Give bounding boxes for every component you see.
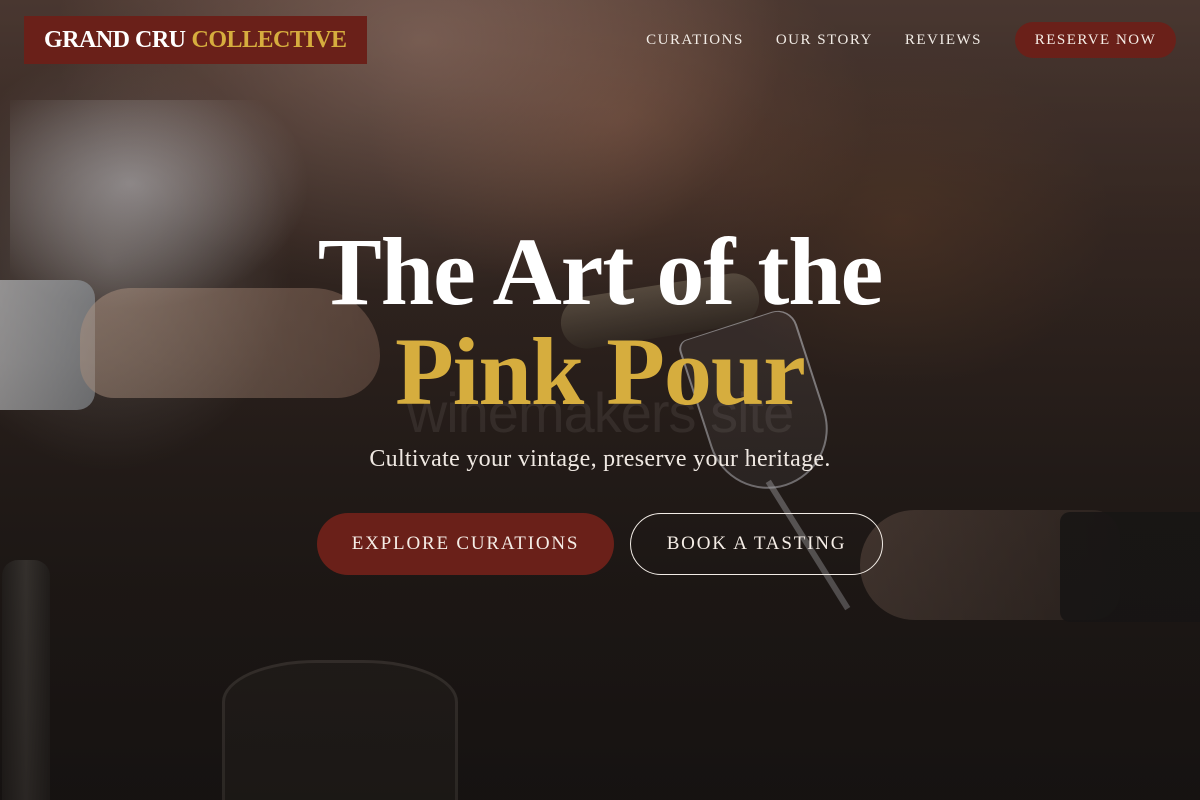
site-header: GRAND CRU COLLECTIVE CURATIONS OUR STORY… bbox=[0, 0, 1200, 80]
nav-link-reviews[interactable]: REVIEWS bbox=[905, 32, 982, 49]
hero-content: The Art of the Pink Pour Cultivate your … bbox=[0, 222, 1200, 575]
reserve-now-button[interactable]: RESERVE NOW bbox=[1015, 22, 1176, 58]
hero-title-line-2: Pink Pour bbox=[395, 318, 806, 425]
hero-cta-row: EXPLORE CURATIONS BOOK A TASTING bbox=[0, 513, 1200, 575]
book-tasting-button[interactable]: BOOK A TASTING bbox=[630, 513, 883, 575]
brand-logo[interactable]: GRAND CRU COLLECTIVE bbox=[24, 16, 367, 64]
brand-name-main: GRAND CRU bbox=[44, 26, 186, 53]
nav-link-our-story[interactable]: OUR STORY bbox=[776, 32, 873, 49]
explore-curations-button[interactable]: EXPLORE CURATIONS bbox=[317, 513, 614, 575]
brand-name-accent: COLLECTIVE bbox=[191, 26, 348, 53]
hero-section: winemakers site GRAND CRU COLLECTIVE CUR… bbox=[0, 0, 1200, 800]
hero-tagline: Cultivate your vintage, preserve your he… bbox=[369, 446, 831, 472]
main-nav: CURATIONS OUR STORY REVIEWS RESERVE NOW bbox=[646, 22, 1176, 58]
nav-link-curations[interactable]: CURATIONS bbox=[646, 32, 744, 49]
hero-title-line-1: The Art of the bbox=[317, 218, 884, 325]
